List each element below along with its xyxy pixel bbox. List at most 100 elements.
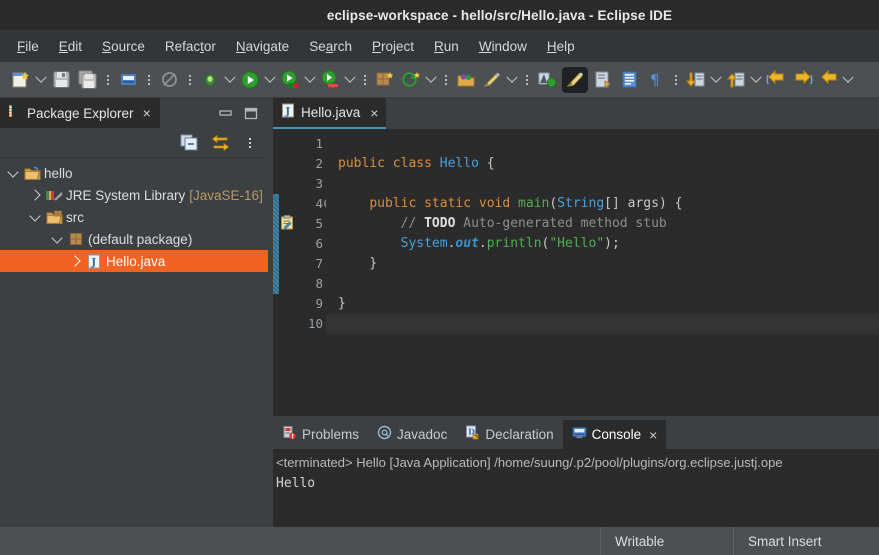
console-output-line: Hello: [276, 476, 316, 491]
problems-icon: [282, 425, 297, 445]
menu-search[interactable]: Search: [299, 36, 362, 57]
code-line-6: System.out.println("Hello");: [400, 236, 620, 251]
open-type-icon[interactable]: [455, 69, 477, 91]
tree-item-hello-java[interactable]: J Hello.java: [0, 250, 268, 272]
toolbar-separator-handle-5[interactable]: [440, 69, 451, 91]
run-icon[interactable]: [239, 69, 261, 91]
link-with-editor-icon[interactable]: [211, 134, 230, 151]
toolbar-separator-handle-3[interactable]: [184, 69, 195, 91]
tree-item-jre-system-library[interactable]: JRE System Library [JavaSE-16]: [0, 184, 268, 206]
coverage-dropdown-chevron[interactable]: [343, 69, 356, 91]
maximize-icon[interactable]: [244, 107, 258, 120]
save-icon[interactable]: [50, 69, 72, 91]
toolbar-separator-handle[interactable]: [102, 69, 113, 91]
tree-item-default-package[interactable]: (default package): [0, 228, 268, 250]
twisty-down-icon[interactable]: [26, 209, 44, 223]
close-icon[interactable]: ×: [649, 428, 657, 442]
tree-item-hello[interactable]: hello: [0, 162, 268, 184]
project-tree: hello JRE System Library [JavaSE-16] src…: [0, 158, 268, 527]
collapse-all-icon[interactable]: [180, 134, 198, 151]
print-icon[interactable]: [117, 69, 139, 91]
tab-declaration[interactable]: D Declaration: [456, 420, 562, 449]
toolbar-separator-handle-2[interactable]: [143, 69, 154, 91]
quick-access-icon[interactable]: [158, 69, 180, 91]
toolbar-separator-handle-6[interactable]: [521, 69, 532, 91]
menu-source[interactable]: Source: [92, 36, 155, 57]
menu-refactor[interactable]: Refactor: [155, 36, 226, 57]
toolbar-separator-handle-7[interactable]: [670, 69, 681, 91]
previous-annotation-icon[interactable]: [725, 69, 747, 91]
menu-navigate[interactable]: Navigate: [226, 36, 299, 57]
next-annotation-dropdown-chevron[interactable]: [709, 69, 722, 91]
run-configurations-dropdown-chevron[interactable]: [303, 69, 316, 91]
tree-suffix: [JavaSE-16]: [189, 187, 263, 203]
line-number: 9: [315, 296, 323, 311]
new-java-package-icon[interactable]: [374, 69, 396, 91]
tree-label: Hello.java: [106, 253, 166, 269]
editor-and-console-area: J Hello.java × 1 2 3 4 5 6 7 8 9 10 publ…: [273, 98, 879, 527]
twisty-down-icon[interactable]: [4, 165, 22, 179]
code-line-2: public class Hello {: [338, 156, 495, 171]
new-wizard-icon[interactable]: [10, 69, 32, 91]
run-configurations-icon[interactable]: [279, 69, 301, 91]
java-project-icon: [22, 166, 42, 181]
coverage-icon[interactable]: [319, 69, 341, 91]
tab-package-explorer[interactable]: Package Explorer ×: [0, 98, 160, 128]
tree-label: JRE System Library: [66, 187, 186, 203]
save-all-icon[interactable]: [76, 69, 98, 91]
new-java-class-icon[interactable]: [400, 69, 422, 91]
toolbar-separator-handle-4[interactable]: [359, 69, 370, 91]
package-explorer-view: Package Explorer × hello JRE System Libr…: [0, 98, 268, 527]
previous-annotation-dropdown-chevron[interactable]: [749, 69, 762, 91]
twisty-right-icon[interactable]: [66, 255, 84, 267]
console-tab-label: Console: [591, 427, 642, 442]
console-output[interactable]: <terminated> Hello [Java Application] /h…: [273, 449, 879, 527]
back-dropdown-chevron[interactable]: [841, 69, 854, 91]
status-bar: Writable Smart Insert: [0, 527, 879, 555]
run-dropdown-chevron[interactable]: [263, 69, 276, 91]
search-dropdown-chevron[interactable]: [505, 69, 518, 91]
editor-body[interactable]: 1 2 3 4 5 6 7 8 9 10 public class Hello …: [273, 129, 879, 416]
new-wizard-dropdown-chevron[interactable]: [34, 69, 47, 91]
forward-icon[interactable]: [791, 69, 813, 91]
toggle-block-selection-icon[interactable]: [562, 66, 588, 93]
code-line-5: // TODO Auto-generated method stub: [400, 216, 667, 231]
menu-window[interactable]: Window: [469, 36, 537, 57]
tab-javadoc[interactable]: Javadoc: [368, 420, 456, 449]
view-menu-icon[interactable]: [245, 134, 255, 151]
show-whitespace-icon[interactable]: [592, 69, 614, 91]
console-tab-label: Javadoc: [397, 427, 448, 442]
twisty-down-icon[interactable]: [48, 231, 66, 245]
close-icon[interactable]: ×: [143, 106, 151, 120]
menu-edit[interactable]: Edit: [49, 36, 92, 57]
tab-hello-java[interactable]: J Hello.java ×: [273, 98, 387, 129]
twisty-right-icon[interactable]: [26, 189, 44, 201]
menu-help[interactable]: Help: [537, 36, 585, 57]
tab-problems[interactable]: Problems: [273, 420, 368, 449]
menu-file[interactable]: File: [7, 36, 49, 57]
tree-label: src: [66, 209, 84, 225]
debug-dropdown-chevron[interactable]: [223, 69, 236, 91]
menu-project[interactable]: Project: [362, 36, 424, 57]
close-icon[interactable]: ×: [370, 106, 378, 120]
tree-item-src[interactable]: src: [0, 206, 268, 228]
menu-run[interactable]: Run: [424, 36, 469, 57]
editor-source-text[interactable]: public class Hello { public static void …: [326, 129, 879, 416]
toggle-markup-icon[interactable]: [536, 69, 558, 91]
next-annotation-icon[interactable]: [685, 69, 707, 91]
java-file-icon: J: [281, 103, 295, 123]
new-java-class-dropdown-chevron[interactable]: [424, 69, 437, 91]
svg-text:J: J: [90, 257, 96, 268]
console-icon: [572, 425, 587, 445]
show-source-outline-icon[interactable]: [618, 69, 640, 91]
minimize-icon[interactable]: [218, 107, 233, 119]
todo-task-icon[interactable]: [280, 215, 295, 235]
back-icon[interactable]: [817, 69, 839, 91]
debug-icon[interactable]: [199, 69, 221, 91]
last-edit-location-icon[interactable]: [765, 69, 787, 91]
search-icon[interactable]: [481, 69, 503, 91]
editor-annotation-ruler[interactable]: [279, 129, 296, 416]
tab-console[interactable]: Console ×: [562, 420, 667, 449]
code-line-9: }: [338, 296, 346, 311]
pilcrow-icon[interactable]: ¶: [644, 69, 666, 91]
